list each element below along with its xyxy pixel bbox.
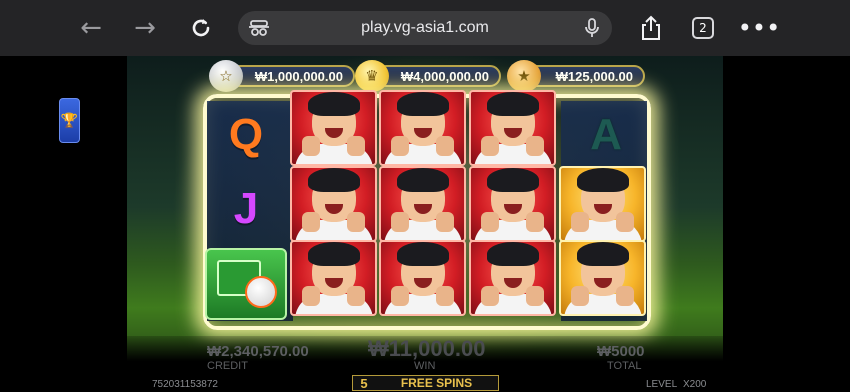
player-symbol-gold <box>559 240 646 316</box>
browser-toolbar: ← → play.vg-asia1.com 2 ••• <box>0 0 850 56</box>
microphone-icon[interactable] <box>584 18 600 43</box>
jackpot-bronze-value: ₩125,000.00 <box>525 65 645 87</box>
player-symbol <box>469 240 556 316</box>
symbol-j: J <box>233 184 259 233</box>
symbol-a: A <box>590 110 622 159</box>
reload-icon[interactable] <box>184 12 218 44</box>
player-symbol <box>379 240 466 316</box>
crown-medal-icon: ♛ <box>355 60 389 92</box>
player-symbol <box>379 90 466 166</box>
player-symbol <box>290 166 377 242</box>
total-bet-label: TOTAL <box>607 360 642 372</box>
right-letterbox <box>723 56 850 392</box>
side-trophy-button[interactable]: 🏆 <box>59 98 80 143</box>
silver-medal-icon: ☆ <box>209 60 243 92</box>
jackpot-silver-value: ₩1,000,000.00 <box>229 65 355 87</box>
free-spins-counter: 5 FREE SPINS <box>352 375 499 391</box>
player-symbol <box>290 240 377 316</box>
total-bet-value: ₩5000 <box>597 343 645 360</box>
forward-arrow-icon[interactable]: → <box>128 12 162 44</box>
player-symbol <box>379 166 466 242</box>
more-icon[interactable]: ••• <box>738 12 780 44</box>
free-spins-label: FREE SPINS <box>400 376 473 390</box>
soccer-ball-icon <box>245 276 277 308</box>
win-value: ₩11,000.00 <box>368 336 486 361</box>
level-label: LEVEL <box>646 379 678 390</box>
tab-count-button[interactable]: 2 <box>692 17 714 39</box>
jackpot-gold-value: ₩4,000,000.00 <box>375 65 501 87</box>
round-id: 752031153872 <box>152 379 218 390</box>
level-value: X200 <box>683 379 707 390</box>
player-symbol <box>290 90 377 166</box>
credit-value: ₩2,340,570.00 <box>207 343 309 360</box>
free-spins-count: 5 <box>360 375 368 391</box>
address-bar[interactable]: play.vg-asia1.com <box>238 11 612 45</box>
player-symbol <box>469 90 556 166</box>
scatter-symbol <box>205 248 287 320</box>
url-text: play.vg-asia1.com <box>361 19 489 36</box>
credit-label: CREDIT <box>207 360 248 372</box>
win-label: WIN <box>414 360 436 372</box>
symbol-q: Q <box>228 110 264 159</box>
bronze-medal-icon: ★ <box>507 60 541 92</box>
share-icon[interactable] <box>634 12 668 44</box>
player-symbol <box>469 166 556 242</box>
trophy-icon: 🏆 <box>60 112 79 129</box>
back-arrow-icon[interactable]: ← <box>74 12 108 44</box>
player-symbol-gold <box>559 166 646 242</box>
